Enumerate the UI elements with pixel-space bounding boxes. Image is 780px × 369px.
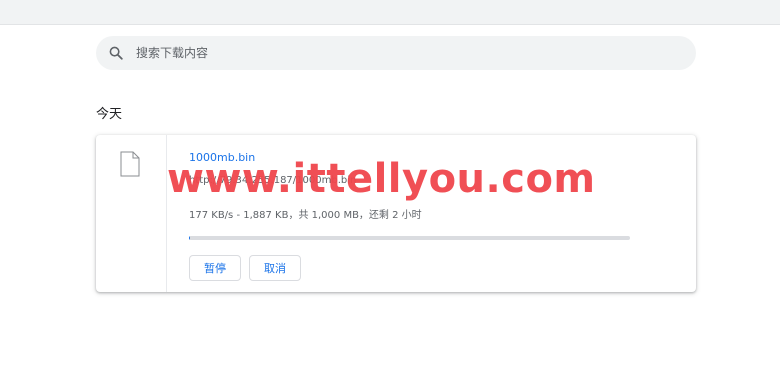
search-icon[interactable]: [108, 45, 124, 61]
watermark-text: www.ittellyou.com: [167, 156, 596, 202]
download-item-icon-column: [96, 135, 167, 292]
search-bar[interactable]: [96, 36, 696, 70]
download-status-text: 177 KB/s - 1,887 KB，共 1,000 MB，还剩 2 小时: [189, 210, 422, 221]
search-input[interactable]: [134, 45, 678, 61]
download-progress-bar: [189, 236, 630, 240]
cancel-button[interactable]: 取消: [249, 255, 301, 281]
section-date-heading: 今天: [96, 107, 123, 122]
pause-button[interactable]: 暂停: [189, 255, 241, 281]
toolbar-strip: [0, 0, 780, 25]
file-icon: [120, 151, 140, 182]
download-progress-fill: [189, 236, 190, 240]
